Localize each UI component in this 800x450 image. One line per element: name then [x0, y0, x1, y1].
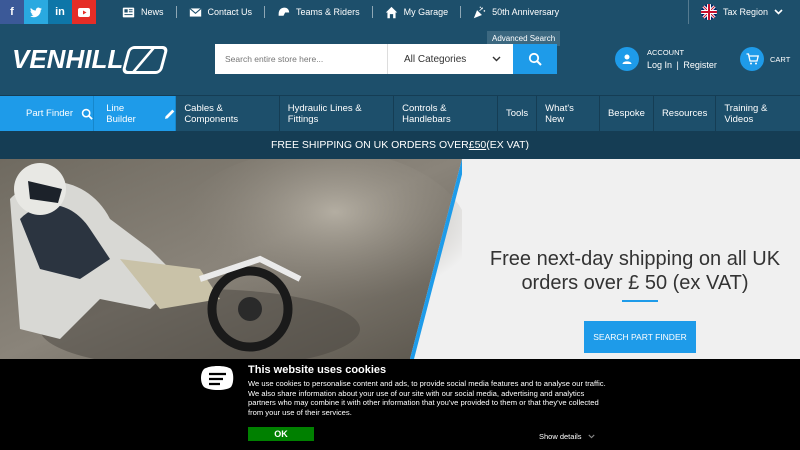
- register-link[interactable]: Register: [683, 60, 717, 70]
- cookie-title: This website uses cookies: [248, 364, 387, 376]
- login-link[interactable]: Log In: [647, 60, 672, 70]
- nav-item-whats-new[interactable]: What's New: [537, 96, 600, 131]
- youtube-icon[interactable]: [72, 0, 96, 24]
- tax-region-selector[interactable]: Tax Region: [688, 0, 800, 24]
- news-label: News: [141, 7, 164, 17]
- envelope-icon: [188, 7, 202, 17]
- nav-item-training[interactable]: Training & Videos: [716, 96, 800, 131]
- venhill-logo[interactable]: VENHILL: [12, 44, 169, 75]
- logo-mark-icon: [121, 45, 169, 74]
- cookiebot-logo-icon: [201, 366, 234, 390]
- hero-line-1: Free next-day shipping on all UK: [489, 248, 781, 270]
- search-icon: [528, 52, 542, 66]
- contact-link[interactable]: Contact Us: [177, 6, 266, 18]
- show-details-label: Show details: [539, 432, 582, 441]
- contact-label: Contact Us: [207, 7, 253, 17]
- shipping-suffix: (EX VAT): [486, 139, 530, 151]
- search-part-finder-button[interactable]: SEARCH PART FINDER: [584, 321, 696, 353]
- account-text: ACCOUNT Log In | Register: [647, 48, 717, 70]
- social-links: f in: [0, 0, 96, 24]
- category-select[interactable]: All Categories: [387, 44, 513, 74]
- hero-divider: [622, 300, 658, 302]
- line-builder-button[interactable]: Line Builder: [94, 96, 177, 131]
- news-link[interactable]: News: [110, 6, 177, 18]
- news-icon: [122, 7, 135, 17]
- uk-flag-icon: [701, 4, 717, 20]
- user-icon[interactable]: [615, 47, 639, 71]
- facebook-icon[interactable]: f: [0, 0, 24, 24]
- hero-banner: Free next-day shipping on all UK orders …: [0, 159, 800, 359]
- chevron-down-icon: [492, 56, 501, 62]
- shipping-prefix: FREE SHIPPING ON UK ORDERS OVER: [270, 139, 469, 151]
- helmet-icon: [278, 7, 290, 16]
- top-links: News Contact Us Teams & Riders My Garage…: [110, 6, 571, 18]
- main-nav: Part Finder Line Builder Cables & Compon…: [0, 95, 800, 131]
- nav-item-controls[interactable]: Controls & Handlebars: [394, 96, 498, 131]
- logo-text: VENHILL: [12, 44, 124, 74]
- search-input[interactable]: [215, 44, 387, 74]
- nav-item-hydraulic[interactable]: Hydraulic Lines & Fittings: [280, 96, 395, 131]
- cookie-banner: This website uses cookies We use cookies…: [0, 359, 800, 450]
- anniversary-label: 50th Anniversary: [492, 7, 560, 17]
- part-finder-label: Part Finder: [26, 108, 73, 119]
- linkedin-icon[interactable]: in: [48, 0, 72, 24]
- part-finder-button[interactable]: Part Finder: [0, 96, 95, 131]
- search-button[interactable]: [513, 44, 557, 74]
- shipping-banner: FREE SHIPPING ON UK ORDERS OVER £50 (EX …: [0, 131, 800, 159]
- hero-headline: Free next-day shipping on all UK orders …: [470, 247, 800, 295]
- show-details-link[interactable]: Show details: [539, 432, 595, 441]
- garage-link[interactable]: My Garage: [373, 6, 462, 18]
- account-area: ACCOUNT Log In | Register: [615, 47, 717, 71]
- account-label: ACCOUNT: [647, 48, 685, 57]
- shipping-amount[interactable]: £50: [469, 139, 487, 151]
- twitter-icon[interactable]: [24, 0, 48, 24]
- category-select-value: All Categories: [404, 53, 467, 65]
- cookie-body: We use cookies to personalise content an…: [248, 379, 606, 417]
- anniversary-link[interactable]: 50th Anniversary: [461, 6, 571, 18]
- hero-line-2: orders over £ 50 (ex VAT): [521, 272, 749, 294]
- cookie-ok-button[interactable]: OK: [248, 427, 314, 441]
- garage-label: My Garage: [403, 7, 449, 17]
- top-bar: f in News Contact Us Teams & Riders My G…: [0, 0, 800, 24]
- cart-link[interactable]: CART: [740, 47, 790, 71]
- nav-item-tools[interactable]: Tools: [498, 96, 538, 131]
- cart-icon: [740, 47, 764, 71]
- party-popper-icon: [473, 6, 486, 18]
- cart-label: CART: [770, 54, 791, 64]
- teams-link[interactable]: Teams & Riders: [265, 6, 373, 18]
- tax-region-label: Tax Region: [723, 7, 769, 17]
- chevron-down-icon: [587, 434, 595, 439]
- search-bar: All Categories: [215, 44, 557, 74]
- motocross-rider-image: [0, 159, 462, 359]
- home-icon: [385, 6, 397, 18]
- nav-item-resources[interactable]: Resources: [654, 96, 717, 131]
- nav-item-bespoke[interactable]: Bespoke: [600, 96, 654, 131]
- chevron-down-icon: [774, 9, 783, 15]
- search-icon: [81, 108, 93, 120]
- pencil-icon: [164, 109, 174, 119]
- teams-label: Teams & Riders: [296, 7, 360, 17]
- nav-item-cables[interactable]: Cables & Components: [176, 96, 280, 131]
- line-builder-label: Line Builder: [106, 102, 136, 125]
- site-header: VENHILL Advanced Search All Categories A…: [0, 24, 800, 95]
